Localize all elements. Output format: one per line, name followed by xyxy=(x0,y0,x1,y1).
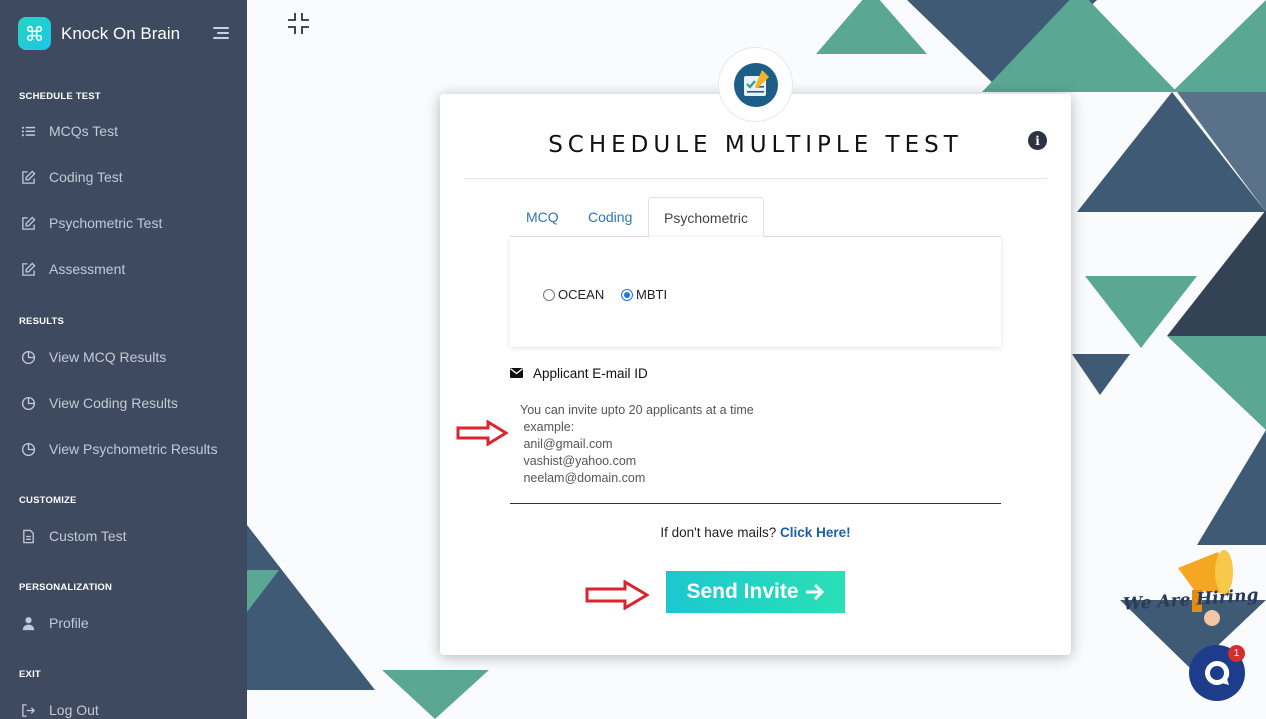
divider xyxy=(464,178,1047,179)
pie-chart-icon xyxy=(20,441,36,457)
sidebar-item-label: MCQs Test xyxy=(49,123,118,139)
email-label-text: Applicant E-mail ID xyxy=(533,366,648,381)
no-mail-prompt: If don't have mails? Click Here! xyxy=(440,525,1071,540)
psychometric-panel: OCEAN MBTI xyxy=(510,237,1001,347)
pie-chart-icon xyxy=(20,395,36,411)
send-invite-label: Send Invite xyxy=(686,580,799,603)
test-type-tabs: MCQ Coding Psychometric xyxy=(510,197,1001,238)
annotation-arrow-icon xyxy=(585,579,650,615)
sidebar-item-label: Psychometric Test xyxy=(49,215,163,231)
chat-unread-badge: 1 xyxy=(1228,645,1245,662)
sidebar-item-label: View Coding Results xyxy=(49,395,178,411)
sidebar-item-label: View Psychometric Results xyxy=(49,441,218,457)
page-title: SCHEDULE MULTIPLE TEST xyxy=(548,132,963,158)
logout-icon xyxy=(20,702,36,718)
sidebar-item-label: Custom Test xyxy=(49,528,127,544)
edit-icon xyxy=(20,215,36,231)
envelope-icon xyxy=(510,366,523,381)
radio-mbti[interactable]: MBTI xyxy=(621,287,667,302)
no-mail-text: If don't have mails? xyxy=(660,525,777,540)
brand-name: Knock On Brain xyxy=(61,23,181,43)
click-here-link[interactable]: Click Here! xyxy=(780,525,851,540)
applicant-emails-textarea[interactable]: You can invite upto 20 applicants at a t… xyxy=(510,396,1001,504)
schedule-test-card: SCHEDULE MULTIPLE TEST i MCQ Coding Psyc… xyxy=(440,94,1071,655)
document-icon xyxy=(20,528,36,544)
radio-ocean[interactable]: OCEAN xyxy=(543,287,604,302)
sidebar-item-coding-test[interactable]: Coding Test xyxy=(20,169,123,185)
sidebar-item-assessment[interactable]: Assessment xyxy=(20,261,125,277)
sidebar-item-mcqs-test[interactable]: MCQs Test xyxy=(20,123,118,139)
sidebar-item-label: Log Out xyxy=(49,702,99,718)
placeholder-line: neelam@domain.com xyxy=(520,471,646,485)
brand[interactable]: ⌘ Knock On Brain xyxy=(18,17,180,50)
sidebar-item-view-coding-results[interactable]: View Coding Results xyxy=(20,395,178,411)
sidebar-item-log-out[interactable]: Log Out xyxy=(20,702,99,718)
placeholder-line: You can invite upto 20 applicants at a t… xyxy=(520,403,754,417)
edit-icon xyxy=(20,169,36,185)
clipboard-pencil-icon xyxy=(733,62,778,107)
email-field-label: Applicant E-mail ID xyxy=(510,366,648,381)
pie-chart-icon xyxy=(20,349,36,365)
section-title-exit: EXIT xyxy=(19,669,41,680)
placeholder-line: vashist@yahoo.com xyxy=(520,454,637,468)
sidebar-item-label: Coding Test xyxy=(49,169,123,185)
sidebar-item-custom-test[interactable]: Custom Test xyxy=(20,528,127,544)
placeholder-line: anil@gmail.com xyxy=(520,437,613,451)
list-icon xyxy=(20,123,36,139)
chat-icon xyxy=(1205,660,1230,685)
sidebar-item-label: View MCQ Results xyxy=(49,349,167,365)
info-icon[interactable]: i xyxy=(1028,131,1047,150)
section-title-customize: CUSTOMIZE xyxy=(19,495,77,506)
tab-mcq[interactable]: MCQ xyxy=(526,197,559,237)
section-title-personalization: PERSONALIZATION xyxy=(19,582,113,593)
annotation-arrow-icon xyxy=(456,419,509,451)
menu-toggle-icon[interactable] xyxy=(211,26,229,40)
section-title-schedule-test: SCHEDULE TEST xyxy=(19,91,101,102)
exit-fullscreen-icon[interactable] xyxy=(287,12,310,35)
section-title-results: RESULTS xyxy=(19,316,65,327)
tab-psychometric[interactable]: Psychometric xyxy=(648,197,765,238)
radio-label: OCEAN xyxy=(558,287,605,302)
sidebar: ⌘ Knock On Brain SCHEDULE TEST MCQs Test… xyxy=(0,0,247,719)
radio-checked-icon xyxy=(621,288,633,301)
send-invite-button[interactable]: Send Invite xyxy=(666,571,845,613)
brand-logo-icon: ⌘ xyxy=(18,17,51,50)
user-icon xyxy=(20,615,36,631)
sidebar-item-view-mcq-results[interactable]: View MCQ Results xyxy=(20,349,166,365)
radio-unchecked-icon xyxy=(543,288,555,301)
test-badge xyxy=(718,47,793,122)
tab-coding[interactable]: Coding xyxy=(588,197,632,237)
arrow-right-icon xyxy=(805,583,825,601)
sidebar-item-profile[interactable]: Profile xyxy=(20,615,89,631)
sidebar-item-view-psychometric-results[interactable]: View Psychometric Results xyxy=(20,441,218,457)
sidebar-item-label: Profile xyxy=(49,615,89,631)
edit-icon xyxy=(20,261,36,277)
sidebar-item-psychometric-test[interactable]: Psychometric Test xyxy=(20,215,162,231)
sidebar-item-label: Assessment xyxy=(49,261,126,277)
radio-label: MBTI xyxy=(636,287,668,302)
placeholder-line: example: xyxy=(520,420,575,434)
